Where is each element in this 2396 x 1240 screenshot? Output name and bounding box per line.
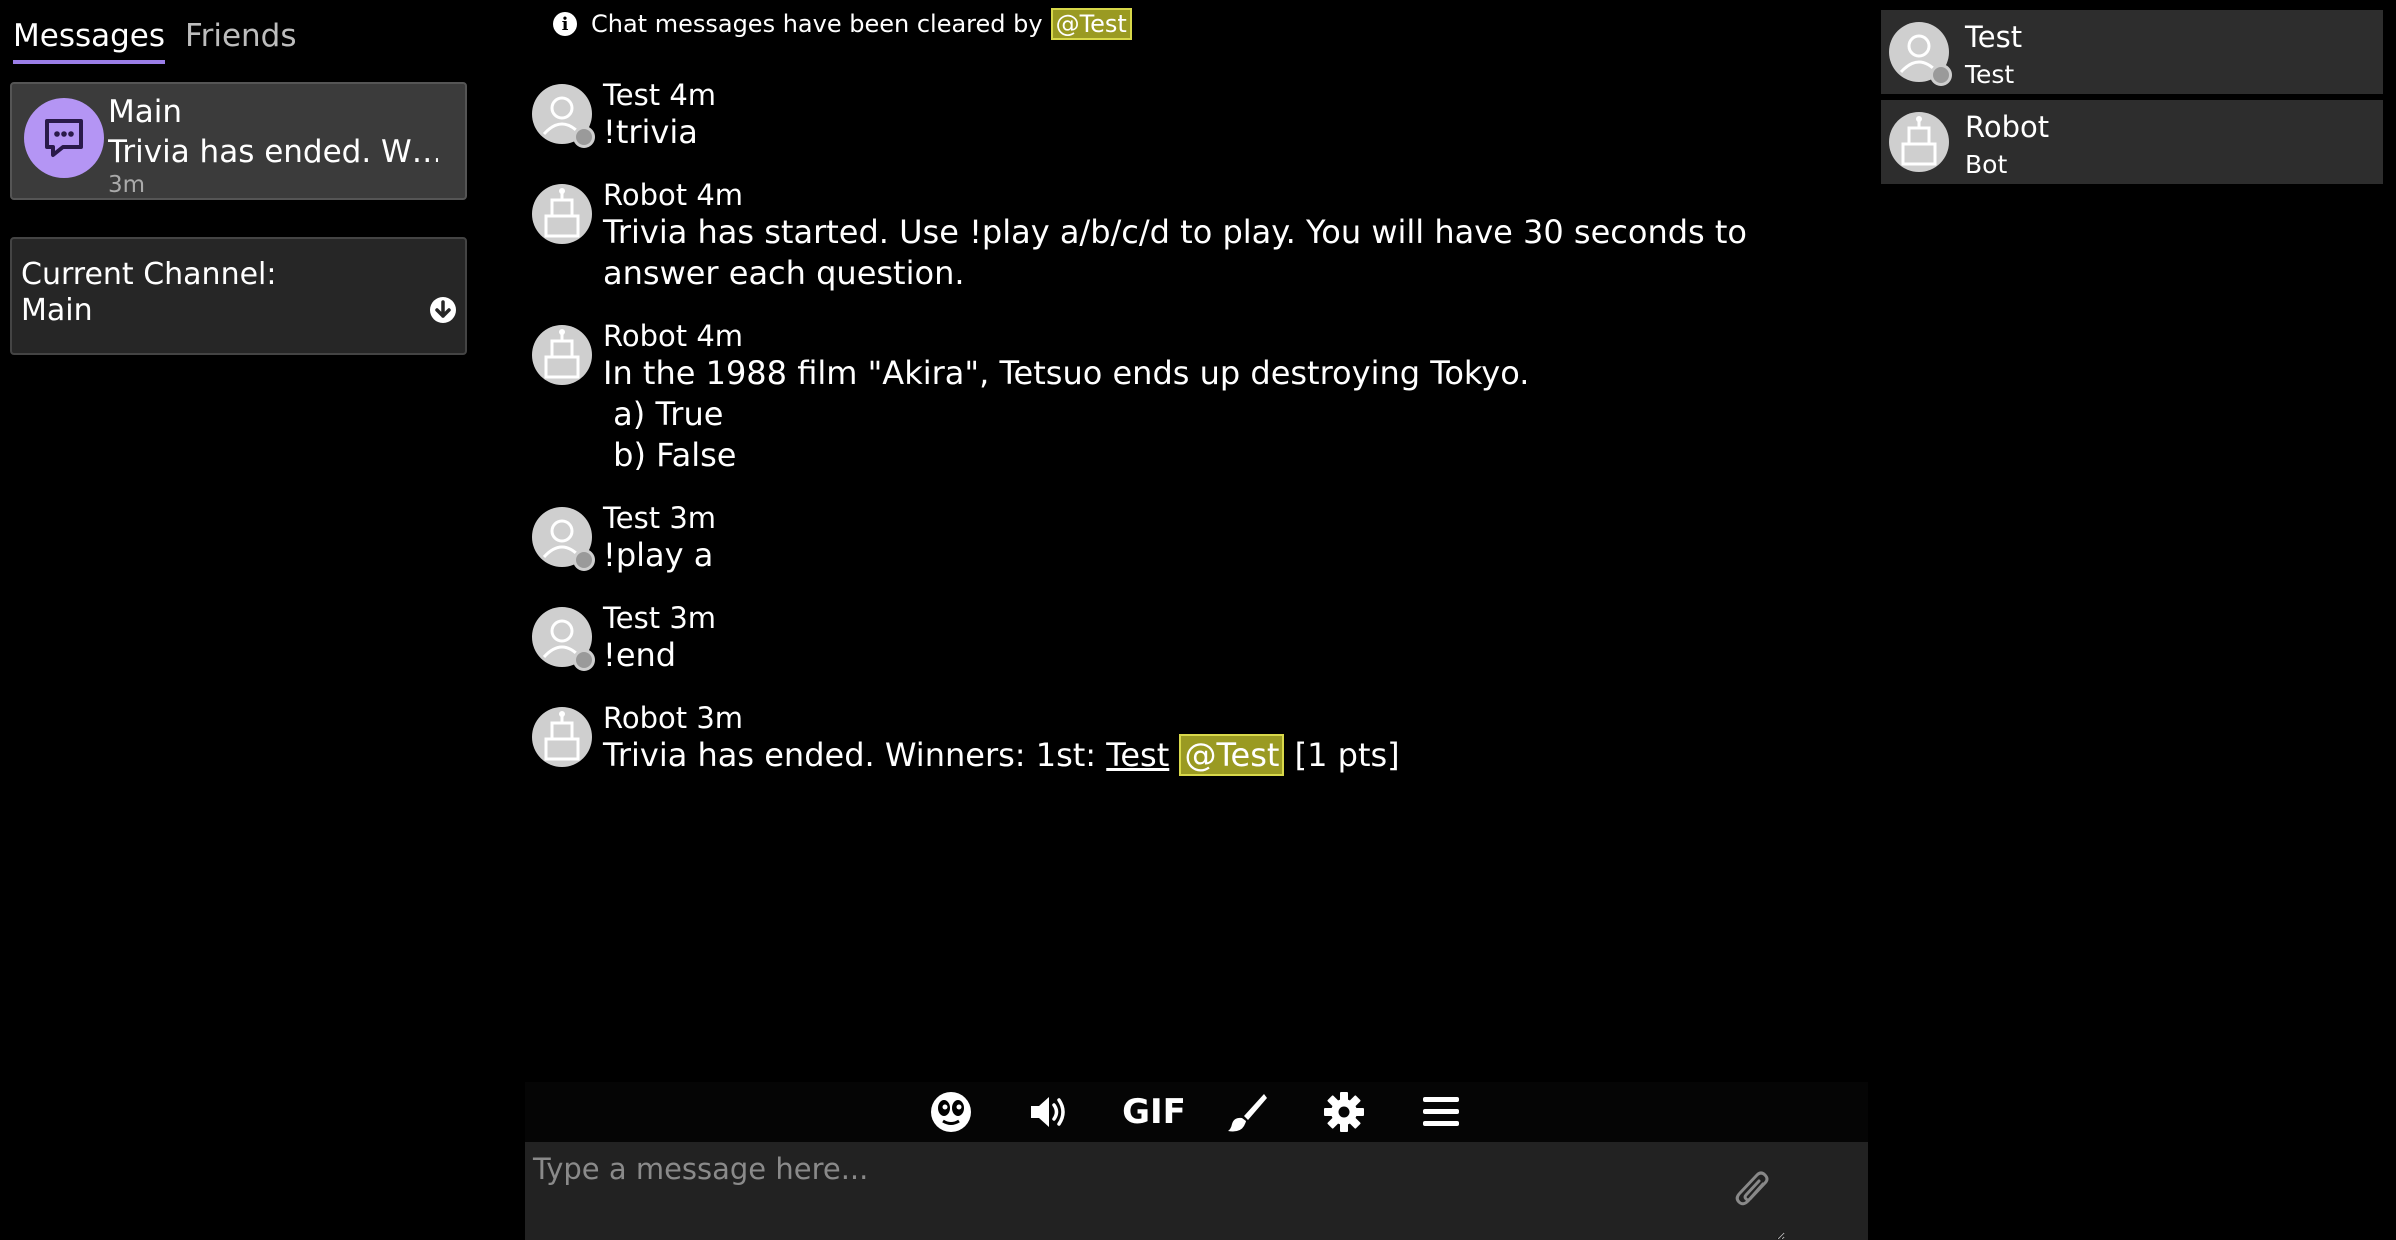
channel-name: Main xyxy=(108,94,183,130)
message-header: Test 4m xyxy=(603,78,1860,112)
message: Test 4m !trivia xyxy=(530,78,1860,153)
tab-friends[interactable]: Friends xyxy=(185,18,296,64)
status-dot xyxy=(573,549,595,571)
robot-icon[interactable] xyxy=(532,707,592,767)
message-text: [1 pts] xyxy=(1284,736,1400,774)
message-time: 3m xyxy=(696,701,744,735)
winner-mention[interactable]: @Test xyxy=(1179,734,1285,776)
message-author[interactable]: Test xyxy=(603,78,660,112)
status-dot xyxy=(573,126,595,148)
message: Robot 4m Trivia has started. Use !play a… xyxy=(530,178,1860,294)
brush-icon[interactable] xyxy=(1223,1090,1271,1134)
message-list: Test 4m !trivia Robot 4m Trivia has star… xyxy=(530,78,1860,801)
member-name: Robot xyxy=(1965,110,2050,144)
trivia-option: b) False xyxy=(603,436,737,474)
channel-time: 3m xyxy=(108,172,146,198)
robot-icon[interactable] xyxy=(532,184,592,244)
message: Test 3m !play a xyxy=(530,501,1860,576)
message: Test 3m !end xyxy=(530,601,1860,676)
notice-text: Chat messages have been cleared by xyxy=(591,10,1043,38)
menu-icon[interactable] xyxy=(1417,1090,1465,1134)
current-channel-label: Current Channel: xyxy=(21,257,277,292)
emoji-icon[interactable] xyxy=(927,1090,975,1134)
info-icon: i xyxy=(553,12,577,36)
message: Robot 3m Trivia has ended. Winners: 1st:… xyxy=(530,701,1860,776)
message-time: 4m xyxy=(696,319,744,353)
member-subtitle: Test xyxy=(1965,60,2015,89)
message: Robot 4m In the 1988 film "Akira", Tetsu… xyxy=(530,319,1860,476)
chat-app: Messages Friends Main Trivia has ended. … xyxy=(0,0,2396,1240)
gif-button[interactable]: GIF xyxy=(1121,1090,1187,1134)
message-header: Test 3m xyxy=(603,601,1860,635)
member-item-robot[interactable]: Robot Bot xyxy=(1881,100,2383,184)
cleared-notice: i Chat messages have been cleared by @Te… xyxy=(553,8,1132,40)
message-time: 3m xyxy=(669,501,717,535)
message-author[interactable]: Test xyxy=(603,601,660,635)
message-body: Trivia has ended. Winners: 1st: Test @Te… xyxy=(603,734,1860,776)
left-sidebar: Messages Friends Main Trivia has ended. … xyxy=(0,0,476,1240)
message-body: Trivia has started. Use !play a/b/c/d to… xyxy=(603,213,1758,292)
arrow-down-circle-icon[interactable] xyxy=(429,296,457,324)
winner-link[interactable]: Test xyxy=(1106,736,1169,774)
robot-icon xyxy=(1889,112,1949,172)
member-item-test[interactable]: Test Test xyxy=(1881,10,2383,94)
message-time: 4m xyxy=(696,178,744,212)
sidebar-tabs: Messages Friends xyxy=(13,18,297,64)
current-channel-value: Main xyxy=(21,293,93,328)
channel-item-main[interactable]: Main Trivia has ended. W… 3m xyxy=(10,82,467,200)
message-time: 3m xyxy=(669,601,717,635)
message-header: Test 3m xyxy=(603,501,1860,535)
message-body: !play a xyxy=(603,536,714,574)
robot-icon[interactable] xyxy=(532,325,592,385)
chat-toolbar: GIF xyxy=(525,1082,1868,1142)
member-name: Test xyxy=(1965,20,2023,54)
message-body: In the 1988 film "Akira", Tetsuo ends up… xyxy=(603,354,1530,392)
status-dot xyxy=(573,649,595,671)
member-subtitle: Bot xyxy=(1965,150,2008,179)
message-body: !trivia xyxy=(603,113,698,151)
message-input[interactable] xyxy=(525,1142,1785,1240)
message-author[interactable]: Robot xyxy=(603,319,687,353)
chat-bubble-icon xyxy=(24,98,104,178)
message-time: 4m xyxy=(669,78,717,112)
message-body: !end xyxy=(603,636,677,674)
message-author[interactable]: Test xyxy=(603,501,660,535)
paperclip-icon[interactable] xyxy=(1733,1168,1773,1212)
message-header: Robot 3m xyxy=(603,701,1860,735)
channel-last-message: Trivia has ended. W… xyxy=(108,134,438,170)
gear-icon[interactable] xyxy=(1320,1090,1368,1134)
notice-mention[interactable]: @Test xyxy=(1050,8,1132,40)
message-author[interactable]: Robot xyxy=(603,178,687,212)
volume-icon[interactable] xyxy=(1024,1090,1072,1134)
status-dot xyxy=(1930,64,1952,86)
current-channel-selector[interactable]: Current Channel: Main xyxy=(10,237,467,355)
message-composer xyxy=(525,1142,1868,1240)
message-header: Robot 4m xyxy=(603,319,1860,353)
trivia-option: a) True xyxy=(603,395,724,433)
message-header: Robot 4m xyxy=(603,178,1860,212)
message-text: Trivia has ended. Winners: 1st: xyxy=(603,736,1107,774)
tab-messages[interactable]: Messages xyxy=(13,18,166,64)
message-author[interactable]: Robot xyxy=(603,701,687,735)
